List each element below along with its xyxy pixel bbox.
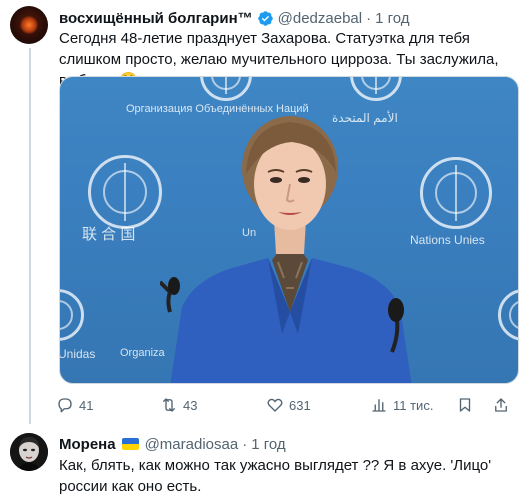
un-emblem-icon xyxy=(420,157,492,229)
reply-button[interactable]: 41 xyxy=(56,393,93,417)
un-emblem-icon xyxy=(60,289,84,341)
thread-line xyxy=(29,48,31,424)
media-watermark: 联 合 国 xyxy=(82,226,136,243)
ukraine-flag-icon xyxy=(121,438,139,450)
avatar-portrait xyxy=(10,433,48,471)
bookmark-button[interactable] xyxy=(456,393,474,417)
avatar-ember xyxy=(20,16,38,34)
reply-text: Как, блять, как можно так ужасно выгляде… xyxy=(59,457,492,495)
un-emblem-icon xyxy=(88,155,162,229)
tweet-actions: 41 43 631 11 тис. xyxy=(52,393,514,417)
tweet-header: восхищённый болгарин™ @dedzaebal · 1 год xyxy=(59,8,410,28)
like-button[interactable]: 631 xyxy=(266,393,311,417)
reply-author-handle[interactable]: @maradiosaa xyxy=(145,436,239,453)
retweet-button[interactable]: 43 xyxy=(160,393,197,417)
reply-author-avatar[interactable] xyxy=(10,433,48,471)
views-icon xyxy=(372,399,386,412)
reply-icon xyxy=(58,398,72,413)
author-handle[interactable]: @dedzaebal xyxy=(278,10,362,27)
retweet-count: 43 xyxy=(183,397,198,413)
like-count: 631 xyxy=(289,397,311,413)
un-emblem-icon xyxy=(350,77,402,101)
author-name[interactable]: восхищённый болгарин™ xyxy=(59,10,253,27)
verified-badge-icon xyxy=(257,10,274,27)
author-avatar[interactable] xyxy=(10,6,48,44)
media-watermark: Unidas xyxy=(59,347,96,361)
views-button[interactable]: 11 тис. xyxy=(370,393,433,417)
reply-tweet[interactable]: Морена @maradiosaa · 1 год Как, блять, к… xyxy=(0,424,522,499)
reply-header: Морена @maradiosaa · 1 год xyxy=(59,434,286,454)
tweet-media-photo[interactable]: Организация Объединённых Наций الأمم الم… xyxy=(59,76,519,384)
bookmark-icon xyxy=(459,398,471,412)
reply-timestamp[interactable]: 1 год xyxy=(251,436,285,453)
share-icon xyxy=(495,398,507,412)
media-watermark: Nations Unies xyxy=(410,233,485,247)
media-watermark: Organiza xyxy=(120,347,165,359)
speaker-figure xyxy=(160,116,412,383)
retweet-icon xyxy=(163,398,175,412)
un-emblem-icon xyxy=(200,77,252,101)
tweet[interactable]: восхищённый болгарин™ @dedzaebal · 1 год… xyxy=(0,0,522,424)
share-button[interactable] xyxy=(492,393,510,417)
reply-count: 41 xyxy=(79,397,94,413)
views-count: 11 тис. xyxy=(393,397,434,413)
reply-author-name[interactable]: Морена xyxy=(59,436,116,453)
like-icon xyxy=(267,398,283,412)
un-emblem-icon xyxy=(498,289,518,341)
tweet-timestamp[interactable]: 1 год xyxy=(375,10,409,27)
separator-dot: · xyxy=(366,9,372,27)
separator-dot: · xyxy=(242,435,248,453)
